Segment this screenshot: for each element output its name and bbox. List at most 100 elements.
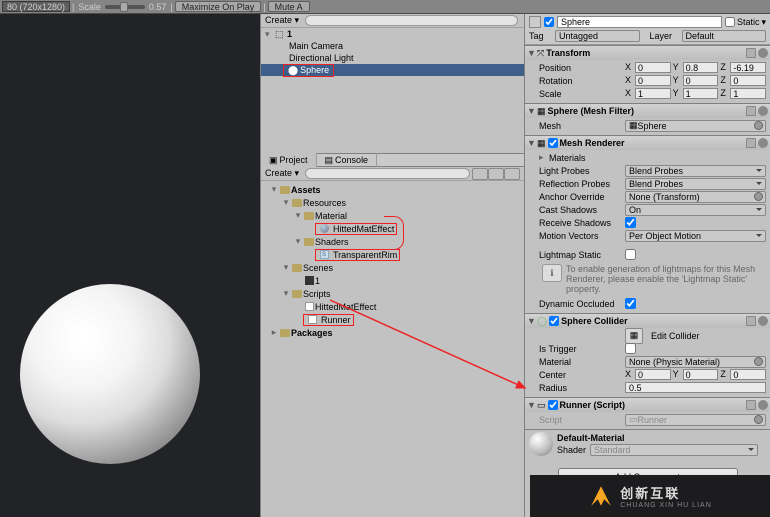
search-filter-icon[interactable] [472, 168, 488, 180]
search-filter2-icon[interactable] [488, 168, 504, 180]
tab-console[interactable]: ▤Console [317, 153, 378, 167]
pos-y[interactable]: 0.8 [683, 62, 719, 73]
hierarchy-toolbar: Create ▾ [261, 14, 524, 28]
material-sphere-icon [529, 432, 553, 456]
lightprobes-dropdown[interactable]: Blend Probes [625, 165, 766, 177]
trigger-checkbox[interactable] [625, 343, 636, 354]
collider-enabled[interactable] [549, 316, 559, 326]
folder-scenes[interactable]: ▾Scenes [261, 261, 524, 274]
cen-y[interactable]: 0 [683, 369, 719, 380]
help-icon[interactable] [746, 48, 756, 58]
tab-project[interactable]: ▣Project [261, 153, 317, 167]
help-icon[interactable] [746, 138, 756, 148]
gear-icon[interactable] [758, 316, 768, 326]
collider-header[interactable]: ▼◯Sphere Collider [525, 314, 770, 328]
renderer-enabled[interactable] [548, 138, 558, 148]
gear-icon[interactable] [758, 400, 768, 410]
folder-scripts[interactable]: ▾Scripts [261, 287, 524, 300]
gear-icon[interactable] [758, 138, 768, 148]
scale-value: 0.57 [147, 2, 169, 12]
motion-dropdown[interactable]: Per Object Motion [625, 230, 766, 242]
runner-enabled[interactable] [548, 400, 558, 410]
hierarchy-create-dropdown[interactable]: Create ▾ [265, 15, 299, 26]
hierarchy-item-light[interactable]: Directional Light [261, 52, 524, 64]
layer-dropdown[interactable]: Default [682, 30, 767, 42]
scl-y[interactable]: 1 [683, 88, 719, 99]
cen-z[interactable]: 0 [730, 369, 766, 380]
pos-z[interactable]: -6.19 [730, 62, 766, 73]
project-tree[interactable]: ▾Assets ▾Resources ▾Material HittedMatEf… [261, 181, 524, 517]
folder-resources[interactable]: ▾Resources [261, 196, 524, 209]
watermark: 创新互联CHUANG XIN HU LIAN [530, 475, 770, 517]
renderer-header[interactable]: ▼▦Mesh Renderer [525, 136, 770, 150]
hierarchy-item-sphere[interactable]: ⬤Sphere [261, 64, 524, 76]
hierarchy-item-camera[interactable]: Main Camera [261, 40, 524, 52]
mesh-field[interactable]: ▦ Sphere [625, 120, 766, 132]
anchor-field[interactable]: None (Transform) [625, 191, 766, 203]
physmat-field[interactable]: None (Physic Material) [625, 356, 766, 368]
scene-root[interactable]: ▾⬚1 [261, 28, 524, 40]
transform-icon: ⤧ [537, 48, 544, 59]
runner-header[interactable]: ▼▭Runner (Script) [525, 398, 770, 412]
renderer-icon: ▦ [537, 138, 546, 149]
folder-assets[interactable]: ▾Assets [261, 183, 524, 196]
script-icon: ▭ [537, 400, 546, 411]
material-asset[interactable]: HittedMatEffect [261, 222, 524, 235]
gear-icon[interactable] [758, 48, 768, 58]
help-icon[interactable] [746, 316, 756, 326]
collider-icon: ◯ [537, 316, 547, 327]
folder-shaders[interactable]: ▾Shaders [261, 235, 524, 248]
help-icon[interactable] [746, 106, 756, 116]
recv-checkbox[interactable] [625, 217, 636, 228]
folder-packages[interactable]: ▸Packages [261, 326, 524, 339]
gameobject-name-field[interactable]: Sphere [557, 16, 722, 28]
game-toolbar: 80 (720x1280) | Scale 0.57 | Maximize On… [0, 0, 770, 14]
meshfilter-header[interactable]: ▼▦Sphere (Mesh Filter) [525, 104, 770, 118]
scl-z[interactable]: 1 [730, 88, 766, 99]
gear-icon[interactable] [758, 106, 768, 116]
lightmap-info: ℹTo enable generation of lightmaps for t… [539, 261, 766, 297]
tag-dropdown[interactable]: Untagged [555, 30, 640, 42]
project-search[interactable] [305, 168, 470, 179]
dynocc-checkbox[interactable] [625, 298, 636, 309]
info-icon: ℹ [542, 264, 562, 282]
reflection-dropdown[interactable]: Blend Probes [625, 178, 766, 190]
script-field[interactable]: ▭ Runner [625, 414, 766, 426]
folder-icon: ▣ [269, 155, 278, 166]
lightmap-checkbox[interactable] [625, 249, 636, 260]
scl-x[interactable]: 1 [635, 88, 671, 99]
shader-asset[interactable]: STransparentRim [261, 248, 524, 261]
shader-dropdown[interactable]: Standard [590, 444, 758, 456]
edit-collider-button[interactable]: ▦ [625, 328, 643, 344]
mute-button[interactable]: Mute A [268, 1, 310, 12]
favorite-icon[interactable] [504, 168, 520, 180]
console-icon: ▤ [325, 155, 334, 166]
cast-dropdown[interactable]: On [625, 204, 766, 216]
rot-x[interactable]: 0 [635, 75, 671, 86]
radius-field[interactable]: 0.5 [625, 382, 766, 393]
scale-label: Scale [76, 2, 103, 12]
scene-asset[interactable]: 1 [261, 274, 524, 287]
maximize-button[interactable]: Maximize On Play [175, 1, 262, 12]
layer-label: Layer [650, 31, 680, 41]
gameobject-icon [529, 16, 541, 28]
rot-z[interactable]: 0 [730, 75, 766, 86]
game-view[interactable] [0, 14, 260, 517]
gameobject-active-checkbox[interactable] [544, 17, 554, 27]
material-preview[interactable]: Default-Material ShaderStandard [525, 429, 770, 458]
folder-material[interactable]: ▾Material [261, 209, 524, 222]
cen-x[interactable]: 0 [635, 369, 671, 380]
transform-header[interactable]: ▼⤧Transform [525, 46, 770, 60]
scale-slider[interactable] [105, 5, 145, 9]
tag-label: Tag [529, 31, 553, 41]
pos-x[interactable]: 0 [635, 62, 671, 73]
rot-y[interactable]: 0 [683, 75, 719, 86]
static-toggle[interactable]: Static ▾ [725, 17, 766, 28]
script-runner[interactable]: Runner [261, 313, 524, 326]
resolution-dropdown[interactable]: 80 (720x1280) [2, 1, 70, 12]
project-create-dropdown[interactable]: Create ▾ [265, 168, 299, 179]
hierarchy-panel[interactable]: ▾⬚1 Main Camera Directional Light ⬤Spher… [261, 28, 524, 153]
help-icon[interactable] [746, 400, 756, 410]
script-hitted[interactable]: HittedMatEffect [261, 300, 524, 313]
hierarchy-search[interactable] [305, 15, 518, 26]
